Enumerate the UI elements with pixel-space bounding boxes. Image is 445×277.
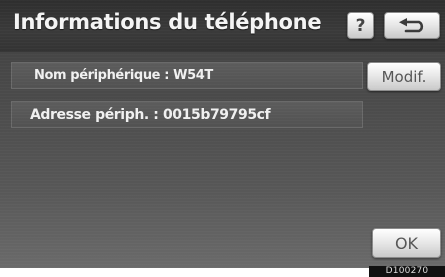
device-name-field: Nom périphérique : W54T — [11, 62, 363, 89]
help-button[interactable]: ? — [347, 12, 374, 39]
image-code-label: D100270 — [369, 266, 445, 277]
page-title: Informations du téléphone — [13, 10, 322, 34]
device-name-text: Nom périphérique : W54T — [34, 68, 213, 83]
ok-label: OK — [394, 233, 419, 253]
title-bar: Informations du téléphone ? — [0, 0, 445, 52]
device-address-text: Adresse périph. : 0015b79795cf — [30, 106, 271, 123]
ok-button[interactable]: OK — [372, 228, 441, 258]
modify-label: Modif. — [381, 67, 427, 86]
help-label: ? — [355, 15, 366, 36]
return-arrow-icon — [399, 17, 424, 32]
modify-button[interactable]: Modif. — [367, 62, 441, 91]
back-button[interactable] — [384, 12, 440, 39]
device-address-field: Adresse périph. : 0015b79795cf — [11, 101, 363, 128]
phone-info-screen: Informations du téléphone ? Nom périphér… — [0, 0, 445, 268]
